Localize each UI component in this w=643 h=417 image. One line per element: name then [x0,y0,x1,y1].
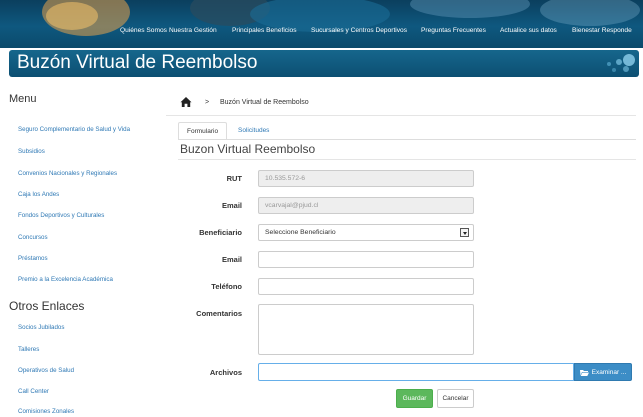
beneficiario-label: Beneficiario [199,228,242,237]
banner-decoration [607,54,635,72]
page-banner: Buzón Virtual de Reembolso [9,50,639,77]
breadcrumb-separator: > [205,99,210,106]
sidebar-item-seguro-complementario[interactable]: Seguro Complementario de Salud y Vida [18,126,130,133]
sidebar-item-subsidios[interactable]: Subsidios [18,148,45,155]
beneficiario-selected-value: Seleccione Beneficiario [265,229,336,236]
nav-link-preguntas-frecuentes[interactable]: Preguntas Frecuentes [421,24,486,38]
menu-heading: Menu [9,93,37,105]
save-button[interactable]: Guardar [396,389,433,408]
file-path-input[interactable] [258,363,574,381]
nav-link-actualice-datos[interactable]: Actualice sus datos [500,24,557,38]
nav-link-nuestra-gestion[interactable]: Nuestra Gestión [169,24,217,38]
email-readonly-field[interactable] [258,197,474,214]
breadcrumb-divider [166,115,636,116]
breadcrumb-current: Buzón Virtual de Reembolso [220,99,309,106]
tab-solicitudes[interactable]: Solicitudes [230,122,277,140]
beneficiario-select[interactable]: Seleccione Beneficiario [258,224,474,241]
sidebar-item-convenios[interactable]: Convenios Nacionales y Regionales [18,170,117,177]
browse-button-label: Examinar ... [591,369,627,376]
telefono-field[interactable] [258,278,474,295]
form-tabs: Formulario Solicitudes [178,122,636,140]
sidebar-item-prestamos[interactable]: Préstamos [18,255,48,262]
cancel-button[interactable]: Cancelar [437,389,474,408]
comentarios-label: Comentarios [196,309,242,318]
sidebar-item-caja-los-andes[interactable]: Caja los Andes [18,191,59,198]
browse-files-button[interactable]: Examinar ... [574,363,632,381]
nav-link-principales-beneficios[interactable]: Principales Beneficios [232,24,297,38]
sidebar-item-concursos[interactable]: Concursos [18,234,48,241]
chevron-down-icon[interactable] [460,228,469,237]
archivos-label: Archivos [209,368,242,377]
folder-open-icon [579,369,589,376]
telefono-label: Teléfono [211,282,242,291]
nav-link-bienestar-responde[interactable]: Bienestar Responde [572,24,632,38]
sidebar-item-operativos-salud[interactable]: Operativos de Salud [18,367,74,374]
banner-title: Buzón Virtual de Reembolso [17,52,258,73]
form-title-divider [178,159,636,160]
email-label: Email [221,201,242,210]
sidebar-item-premio-excelencia[interactable]: Premio a la Excelencia Académica [18,276,113,283]
sidebar-item-talleres[interactable]: Talleres [18,346,39,353]
comentarios-textarea[interactable] [258,304,474,355]
sidebar-item-socios-jubilados[interactable]: Socios Jubilados [18,324,64,331]
sidebar-item-call-center[interactable]: Call Center [18,388,49,395]
otros-enlaces-heading: Otros Enlaces [9,299,85,313]
rut-label: RUT [226,174,242,183]
home-icon[interactable] [180,96,192,108]
nav-link-sucursales[interactable]: Sucursales y Centros Deportivos [311,24,407,38]
form-title: Buzon Virtual Reembolso [180,142,316,156]
sidebar-item-fondos-deportivos[interactable]: Fondos Deportivos y Culturales [18,212,104,219]
tab-formulario[interactable]: Formulario [178,122,228,140]
email-contact-field[interactable] [258,251,474,268]
top-navigation-bar: Quiénes Somos Nuestra Gestión Principale… [0,0,643,48]
sidebar-item-comisiones-zonales[interactable]: Comisiones Zonales [18,408,74,415]
rut-field[interactable] [258,170,474,187]
nav-link-quienes-somos[interactable]: Quiénes Somos [120,24,167,38]
tabs-divider [178,139,636,140]
email-contact-label: Email [221,255,242,264]
